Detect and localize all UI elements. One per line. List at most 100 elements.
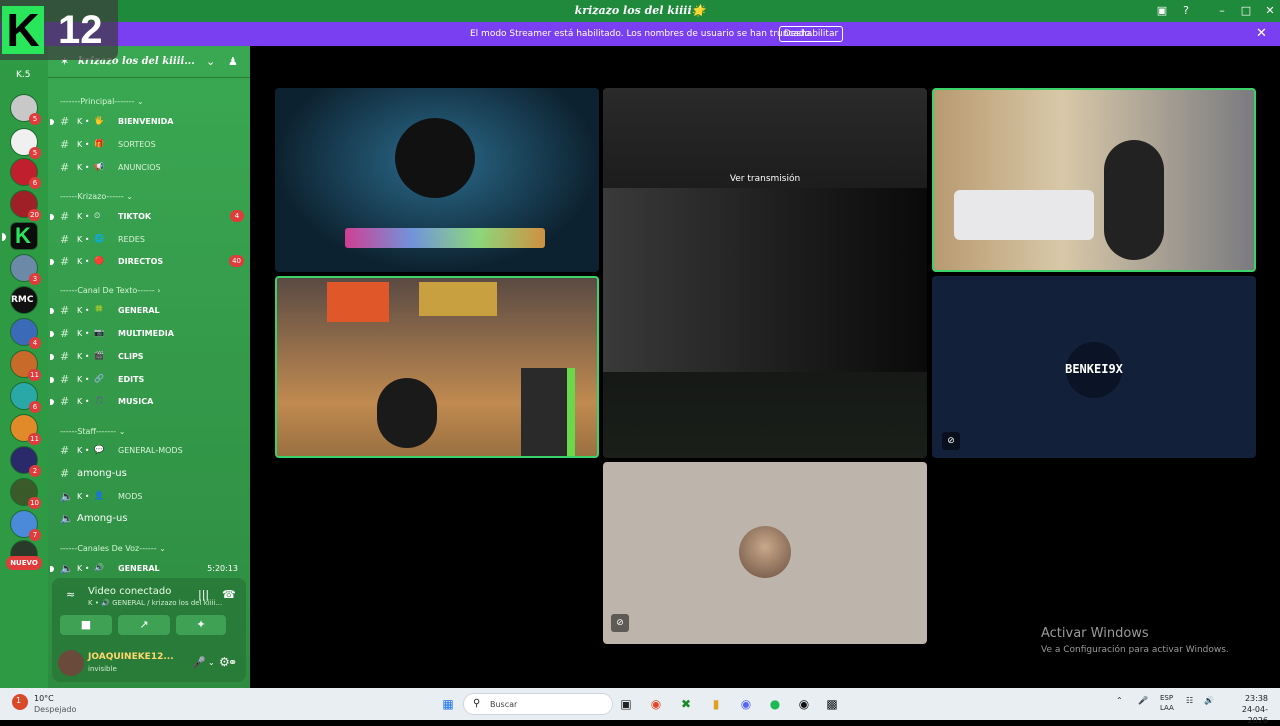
server-icon[interactable]: 4 [10, 318, 41, 349]
chevron-up-icon[interactable]: ⌃ [1116, 696, 1123, 705]
server-icon[interactable]: 5 [10, 94, 41, 125]
add-member-icon[interactable]: ♟ [228, 55, 238, 68]
server-icon-k[interactable]: K [2, 222, 38, 250]
voice-status-title: Video conectado [88, 586, 172, 597]
chrome-icon[interactable]: ◉ [646, 694, 666, 714]
app-icon[interactable]: ▩ [822, 694, 842, 714]
category-krizazo[interactable]: ------Krizazo------ ⌄ [60, 192, 133, 201]
stream-tile[interactable]: Ver transmisión [603, 88, 927, 458]
server-badge: 10 [28, 497, 41, 509]
channel-label: CLIPS [118, 352, 144, 361]
avatar[interactable] [58, 650, 84, 676]
username[interactable]: JOAQUINEKE12... [88, 652, 174, 662]
camera-button[interactable]: ■ [60, 615, 112, 635]
settings-gear-icon[interactable]: ⚙ [219, 655, 230, 669]
disconnect-icon[interactable]: ☎ [222, 588, 236, 601]
server-badge: 2 [29, 465, 41, 477]
channel-mods[interactable]: 🔈 K • 👤 MODS [60, 488, 246, 506]
task-view-icon[interactable]: ▣ [616, 694, 636, 714]
xbox-icon[interactable]: ✖ [676, 694, 696, 714]
avatar-tile[interactable]: BENKEI9X ⊘ [932, 276, 1256, 458]
channel-tiktok[interactable]: # K • ⏲ TIKTOK 4 [50, 208, 246, 226]
channel-label: GENERAL-MODS [118, 446, 183, 455]
category-canal-texto[interactable]: ------Canal De Texto------ › [60, 286, 160, 295]
discord-icon[interactable]: ◉ [736, 694, 756, 714]
microphone-icon[interactable]: 🎤 [192, 656, 206, 669]
help-icon[interactable]: ? [1178, 3, 1194, 19]
network-icon[interactable]: ☷ [1186, 696, 1193, 705]
activities-button[interactable]: ✦ [176, 615, 226, 635]
server-icon[interactable]: 7 [10, 510, 41, 541]
server-icon[interactable]: 2 [10, 446, 41, 477]
channel-clips[interactable]: # K • 🎬 CLIPS [50, 348, 246, 366]
channel-general-mods[interactable]: # K • 💬 GENERAL-MODS [60, 442, 246, 460]
server-badge: 6 [29, 401, 41, 413]
channel-sorteos[interactable]: # K • 🎁 SORTEOS [60, 136, 246, 154]
file-explorer-icon[interactable]: ▮ [706, 694, 726, 714]
channel-bienvenida[interactable]: # K • 🖐 BIENVENIDA [50, 113, 246, 131]
channel-among-us[interactable]: # among-us [60, 465, 246, 483]
channel-musica[interactable]: # K • 🎵 MUSICA [50, 393, 246, 411]
minimize-button[interactable]: – [1214, 3, 1230, 19]
category-canales-voz[interactable]: ------Canales De Voz------ ⌄ [60, 544, 166, 553]
category-staff[interactable]: ------Staff------- ⌄ [60, 427, 125, 436]
disable-streamer-button[interactable]: Deshabilitar [779, 26, 843, 42]
noise-suppression-icon[interactable]: ||| [198, 588, 209, 601]
video-tile-speaking[interactable] [932, 88, 1256, 272]
voice-channel-general[interactable]: 🔈 K • 🔊 GENERAL 5:20:13 [50, 560, 246, 578]
spotify-icon[interactable]: ● [765, 694, 785, 714]
channel-label: REDES [118, 235, 145, 244]
category-principal[interactable]: -------Principal------- ⌄ [60, 97, 144, 106]
channel-label: MULTIMEDIA [118, 329, 174, 338]
channel-edits[interactable]: # K • 🔗 EDITS [50, 371, 246, 389]
server-icon[interactable]: 3 [10, 254, 41, 285]
close-banner-icon[interactable]: ✕ [1256, 26, 1267, 41]
server-icon[interactable]: 20 [10, 190, 41, 221]
close-window-button[interactable]: ✕ [1262, 3, 1278, 19]
clock[interactable]: 23:38 24-04-2026 [1228, 693, 1268, 726]
search-icon: ⚲ [473, 698, 481, 709]
weather-badge: 1 [16, 696, 22, 705]
search-box[interactable]: ⚲ Buscar [463, 693, 613, 715]
video-tile-speaking[interactable] [275, 276, 599, 458]
windows-start-icon[interactable]: ▦ [438, 694, 458, 714]
video-tile[interactable] [275, 88, 599, 272]
server-icon[interactable]: 6 [10, 382, 41, 413]
participant-figure [377, 378, 437, 448]
channel-label: ANUNCIOS [118, 163, 161, 172]
microphone-tray-icon[interactable]: 🎤 [1138, 696, 1148, 705]
screen-share-button[interactable]: ↗ [118, 615, 170, 635]
weather-temp[interactable]: 10°C [34, 694, 54, 703]
weather-icon[interactable]: 1 [12, 694, 28, 710]
mention-badge: 40 [229, 255, 244, 267]
watch-stream-button[interactable]: Ver transmisión [719, 170, 811, 188]
volume-icon[interactable]: 🔊 [1204, 696, 1214, 705]
server-icon[interactable]: 5 [10, 128, 41, 159]
channel-among-us-voice[interactable]: 🔈 Among-us [60, 510, 246, 528]
server-icon[interactable]: 6 [10, 158, 41, 189]
channel-multimedia[interactable]: # K • 📷 MULTIMEDIA [50, 325, 246, 343]
signal-icon[interactable]: ≈ [66, 588, 75, 601]
inbox-icon[interactable]: ▣ [1154, 3, 1170, 19]
server-badge: 20 [28, 209, 41, 221]
channel-anuncios[interactable]: # K • 📢 ANUNCIOS [60, 159, 246, 177]
participant-figure [1104, 140, 1164, 260]
server-badge: 5 [29, 113, 41, 125]
chevron-down-icon[interactable]: ⌄ [206, 55, 215, 68]
server-icon[interactable]: 11 [10, 414, 41, 445]
video-stage: Ver transmisión BENKEI9X ⊘ ⊘ Activar Win… [250, 46, 1280, 688]
channel-directos[interactable]: # K • 🔴 DIRECTOS 40 [50, 253, 246, 271]
bed [954, 190, 1094, 240]
channel-general[interactable]: # K • 🍀 GENERAL [50, 302, 246, 320]
obs-icon[interactable]: ◉ [794, 694, 814, 714]
avatar-tile[interactable]: ⊘ [603, 462, 927, 644]
chevron-down-icon[interactable]: ⌄ [208, 658, 215, 667]
stream-preview [603, 188, 927, 372]
channel-label: MUSICA [118, 397, 154, 406]
language-indicator[interactable]: ESP LAA [1160, 693, 1174, 713]
channel-redes[interactable]: # K • 🌐 REDES [60, 231, 246, 249]
server-icon[interactable]: 11 [10, 350, 41, 381]
server-icon-rmc[interactable]: RMC [10, 286, 38, 314]
server-icon[interactable]: 10 [10, 478, 41, 509]
maximize-button[interactable]: □ [1238, 3, 1254, 19]
